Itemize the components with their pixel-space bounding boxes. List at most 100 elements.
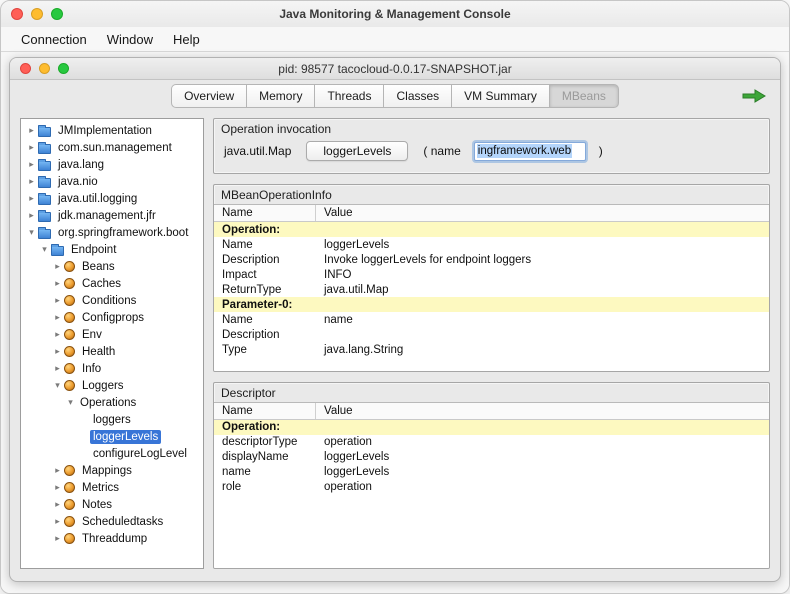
tree-item-java-util-logging[interactable]: ▸ java.util.logging (21, 190, 203, 207)
tree-item-beans[interactable]: ▸ Beans (21, 258, 203, 275)
tree-item-label: Caches (82, 277, 121, 290)
menu-connection[interactable]: Connection (11, 32, 97, 47)
table-row[interactable]: role operation (214, 480, 769, 495)
connection-zoom-button[interactable] (58, 63, 69, 74)
collapsed-arrow-icon[interactable]: ▸ (25, 139, 38, 156)
tab-threads[interactable]: Threads (314, 84, 384, 108)
connection-traffic-lights (20, 58, 69, 79)
collapsed-arrow-icon[interactable]: ▸ (51, 258, 64, 275)
tree-item-label: Notes (82, 498, 113, 511)
connection-title: pid: 98577 tacocloud-0.0.17-SNAPSHOT.jar (278, 61, 512, 76)
table-row[interactable]: Name loggerLevels (214, 237, 769, 252)
bean-icon (64, 482, 75, 493)
table-row[interactable]: Type java.lang.String (214, 342, 769, 357)
table-row[interactable]: displayName loggerLevels (214, 450, 769, 465)
tree-item-configureloglevel[interactable]: configureLogLevel (21, 445, 203, 462)
tree-item-loggers[interactable]: loggers (21, 411, 203, 428)
tree-item-java-nio[interactable]: ▸ java.nio (21, 173, 203, 190)
column-header-value[interactable]: Value (316, 207, 769, 219)
expanded-arrow-icon[interactable]: ▾ (25, 224, 38, 241)
table-row[interactable]: descriptorType operation (214, 435, 769, 450)
tab-overview[interactable]: Overview (171, 84, 247, 108)
collapsed-arrow-icon[interactable]: ▸ (51, 496, 64, 513)
tree-item-metrics[interactable]: ▸ Metrics (21, 479, 203, 496)
collapsed-arrow-icon[interactable]: ▸ (51, 309, 64, 326)
tree-item-info[interactable]: ▸ Info (21, 360, 203, 377)
tab-mbeans[interactable]: MBeans (548, 84, 619, 108)
table-row[interactable]: Name name (214, 312, 769, 327)
column-header-value[interactable]: Value (316, 405, 769, 417)
tree-item-scheduledtasks[interactable]: ▸ Scheduledtasks (21, 513, 203, 530)
param-close-label: ) (598, 144, 603, 158)
table-row[interactable]: name loggerLevels (214, 465, 769, 480)
column-header-name[interactable]: Name (214, 402, 316, 419)
tab-memory[interactable]: Memory (246, 84, 315, 108)
collapsed-arrow-icon[interactable]: ▸ (51, 343, 64, 360)
table-row[interactable]: Operation: (214, 222, 769, 237)
collapsed-arrow-icon[interactable]: ▸ (25, 173, 38, 190)
connection-close-button[interactable] (20, 63, 31, 74)
tree-item-java-lang[interactable]: ▸ java.lang (21, 156, 203, 173)
tree-item-mappings[interactable]: ▸ Mappings (21, 462, 203, 479)
tree-item-jmimplementation[interactable]: ▸ JMImplementation (21, 122, 203, 139)
cell-value: loggerLevels (324, 451, 390, 463)
mbean-tree[interactable]: ▸ JMImplementation ▸ com.sun.management ▸ jav… (20, 118, 204, 569)
close-button[interactable] (11, 8, 23, 20)
table-row[interactable]: Description (214, 327, 769, 342)
collapsed-arrow-icon[interactable]: ▸ (51, 530, 64, 547)
menu-help[interactable]: Help (163, 32, 210, 47)
table-row[interactable]: ReturnType java.util.Map (214, 282, 769, 297)
table-row[interactable]: Impact INFO (214, 267, 769, 282)
minimize-button[interactable] (31, 8, 43, 20)
expanded-arrow-icon[interactable]: ▾ (51, 377, 64, 394)
tree-item-conditions[interactable]: ▸ Conditions (21, 292, 203, 309)
tree-item-health[interactable]: ▸ Health (21, 343, 203, 360)
tab-vm-summary[interactable]: VM Summary (451, 84, 549, 108)
cell-value: name (324, 313, 353, 326)
collapsed-arrow-icon[interactable]: ▸ (25, 190, 38, 207)
cell-name: descriptorType (222, 436, 298, 448)
collapsed-arrow-icon[interactable]: ▸ (51, 462, 64, 479)
operation-invocation-title: Operation invocation (221, 122, 332, 136)
folder-icon (38, 192, 51, 205)
tree-item-label: jdk.management.jfr (58, 209, 156, 222)
tree-item-label: java.util.logging (58, 192, 138, 205)
descriptor-table: Name Value Operation: descriptorType operati… (214, 401, 769, 568)
tree-item-org-springframework-boot[interactable]: ▾ org.springframework.boot (21, 224, 203, 241)
tree-item-endpoint[interactable]: ▾ Endpoint (21, 241, 203, 258)
menu-window[interactable]: Window (97, 32, 163, 47)
loggerlevels-invoke-button[interactable]: loggerLevels (306, 141, 409, 161)
zoom-button[interactable] (51, 8, 63, 20)
tree-item-com-sun-management[interactable]: ▸ com.sun.management (21, 139, 203, 156)
tree-item-threaddump[interactable]: ▸ Threaddump (21, 530, 203, 547)
collapsed-arrow-icon[interactable]: ▸ (51, 326, 64, 343)
tree-item-notes[interactable]: ▸ Notes (21, 496, 203, 513)
tree-item-configprops[interactable]: ▸ Configprops (21, 309, 203, 326)
column-header-name[interactable]: Name (214, 205, 316, 221)
collapsed-arrow-icon[interactable]: ▸ (51, 513, 64, 530)
tree-item-caches[interactable]: ▸ Caches (21, 275, 203, 292)
table-row[interactable]: Parameter-0: (214, 297, 769, 312)
tree-item-operations[interactable]: ▾ Operations (21, 394, 203, 411)
table-row[interactable]: Description Invoke loggerLevels for endpo… (214, 252, 769, 267)
parameter-name-field[interactable]: ingframework.web (473, 141, 586, 161)
cell-value: operation (324, 436, 372, 448)
collapsed-arrow-icon[interactable]: ▸ (51, 275, 64, 292)
tree-item-jdk-management-jfr[interactable]: ▸ jdk.management.jfr (21, 207, 203, 224)
expanded-arrow-icon[interactable]: ▾ (64, 394, 77, 411)
collapsed-arrow-icon[interactable]: ▸ (25, 156, 38, 173)
tree-item-loggers[interactable]: ▾ Loggers (21, 377, 203, 394)
cell-value: java.lang.String (324, 343, 404, 356)
collapsed-arrow-icon[interactable]: ▸ (25, 122, 38, 139)
tree-item-loggerlevels[interactable]: loggerLevels (21, 428, 203, 445)
connection-minimize-button[interactable] (39, 63, 50, 74)
table-row[interactable]: Operation: (214, 419, 769, 435)
tree-item-env[interactable]: ▸ Env (21, 326, 203, 343)
collapsed-arrow-icon[interactable]: ▸ (51, 360, 64, 377)
tab-classes[interactable]: Classes (383, 84, 452, 108)
expanded-arrow-icon[interactable]: ▾ (38, 241, 51, 258)
collapsed-arrow-icon[interactable]: ▸ (25, 207, 38, 224)
collapsed-arrow-icon[interactable]: ▸ (51, 292, 64, 309)
table-header-row: Name Value (214, 402, 769, 420)
collapsed-arrow-icon[interactable]: ▸ (51, 479, 64, 496)
